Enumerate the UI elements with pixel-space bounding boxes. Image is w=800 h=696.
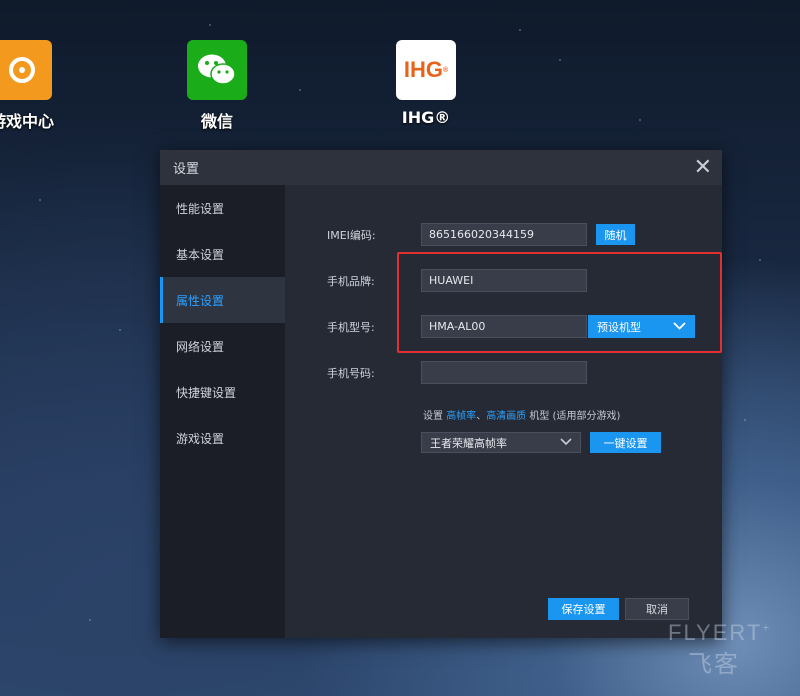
game-preset-select[interactable]: 王者荣耀高帧率 — [421, 432, 581, 453]
imei-row: IMEI编码: 865166020344159 随机 — [327, 223, 635, 246]
sidebar-item-label: 网络设置 — [176, 339, 225, 354]
random-button[interactable]: 随机 — [596, 224, 635, 245]
sidebar-item-label: 快捷键设置 — [176, 385, 237, 400]
desktop-icon-wechat[interactable]: 微信 — [172, 40, 262, 132]
desktop-icon-label: 微信 — [200, 112, 233, 131]
hint-link-high-fps[interactable]: 高帧率 — [446, 411, 476, 422]
desktop-icon-label: IHG® — [401, 108, 451, 127]
settings-sidebar: 性能设置 基本设置 属性设置 网络设置 快捷键设置 游戏设置 — [160, 185, 285, 638]
sidebar-item-network[interactable]: 网络设置 — [160, 323, 285, 369]
watermark-line1: FLYERT — [668, 620, 763, 645]
watermark: FLYERT+ 飞客 — [668, 620, 772, 678]
settings-dialog: 设置 ✕ 性能设置 基本设置 属性设置 网络设置 快捷键设置 游戏设置 IMEI… — [160, 150, 722, 638]
sidebar-item-game[interactable]: 游戏设置 — [160, 415, 285, 461]
phone-label: 手机号码: — [327, 366, 375, 380]
sidebar-item-properties[interactable]: 属性设置 — [160, 277, 285, 323]
desktop-icon-label: 游戏中心 — [0, 112, 54, 131]
hint-suffix: 机型 (适用部分游戏) — [529, 411, 621, 422]
dialog-title: 设置 — [173, 162, 200, 177]
sidebar-item-basic[interactable]: 基本设置 — [160, 231, 285, 277]
sidebar-item-label: 游戏设置 — [176, 431, 225, 446]
phone-row: 手机号码: — [327, 361, 587, 384]
dialog-titlebar: 设置 ✕ — [160, 150, 722, 185]
sidebar-item-performance[interactable]: 性能设置 — [160, 185, 285, 231]
watermark-line2: 飞客 — [688, 651, 740, 678]
one-key-setup-button[interactable]: 一键设置 — [590, 432, 661, 453]
sidebar-item-label: 属性设置 — [176, 293, 225, 308]
save-button[interactable]: 保存设置 — [548, 598, 619, 620]
desktop-icon-ihg[interactable]: IHG ® IHG® — [381, 40, 471, 127]
sidebar-item-shortcuts[interactable]: 快捷键设置 — [160, 369, 285, 415]
wechat-icon — [187, 40, 247, 100]
chevron-down-icon — [560, 436, 572, 449]
cancel-button[interactable]: 取消 — [625, 598, 689, 620]
hint-prefix: 设置 — [423, 411, 443, 422]
sidebar-item-label: 性能设置 — [176, 201, 225, 216]
hint-link-hd-quality[interactable]: 高清画质 — [486, 411, 526, 422]
close-icon[interactable]: ✕ — [694, 156, 712, 179]
sidebar-item-label: 基本设置 — [176, 247, 225, 262]
desktop-icon-game-center[interactable]: 游戏中心 — [0, 40, 67, 132]
imei-label: IMEI编码: — [327, 228, 376, 242]
highlight-box — [397, 252, 722, 353]
hint-separator: 、 — [476, 411, 487, 422]
phone-field[interactable] — [421, 361, 587, 384]
ihg-icon: IHG ® — [396, 40, 456, 100]
game-preset-value: 王者荣耀高帧率 — [430, 436, 507, 450]
game-center-icon — [0, 40, 52, 100]
imei-field[interactable]: 865166020344159 — [421, 223, 587, 246]
preset-hint: 设置 高帧率、高清画质 机型 (适用部分游戏) — [423, 407, 620, 422]
